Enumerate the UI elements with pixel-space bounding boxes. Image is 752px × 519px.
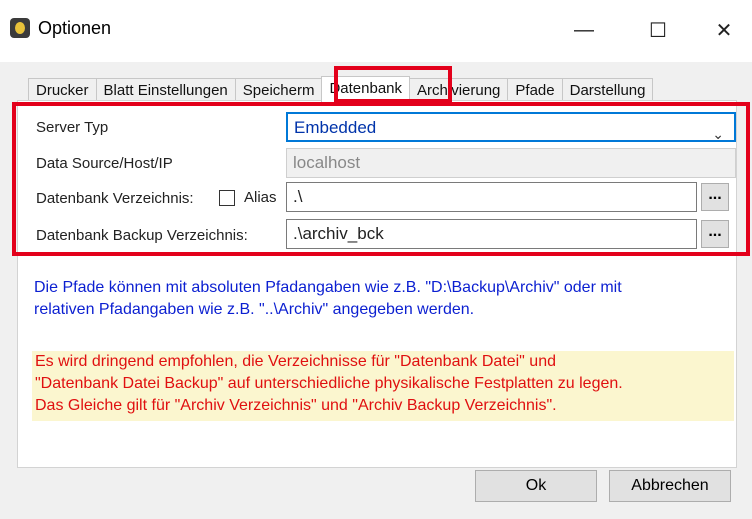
path-info-line: relativen Pfadangaben wie z.B. "..\Archi… [34,301,475,318]
warning-line: Das Gleiche gilt für "Archiv Verzeichnis… [35,397,557,414]
tab-drucker[interactable]: Drucker [28,78,97,102]
app-icon [10,18,30,38]
path-info-text: Die Pfade können mit absoluten Pfadangab… [34,277,734,321]
warning-panel: Es wird dringend empfohlen, die Verzeich… [32,351,734,421]
minimize-icon: — [574,18,594,41]
maximize-icon: ☐ [649,19,667,42]
close-icon: ✕ [715,19,733,42]
highlight-form-box [12,102,750,256]
tab-blatt-einstellungen[interactable]: Blatt Einstellungen [95,78,236,102]
highlight-tab-box [334,66,452,103]
warning-line: Es wird dringend empfohlen, die Verzeich… [35,353,556,370]
title-bar: Optionen — ☐ ✕ [0,0,752,62]
window-title: Optionen [38,18,112,38]
tab-speicherm[interactable]: Speicherm [234,78,323,102]
warning-text: Es wird dringend empfohlen, die Verzeich… [35,351,735,417]
ok-button[interactable]: Ok [475,470,597,502]
tab-darstellung[interactable]: Darstellung [561,78,654,102]
tab-pfade[interactable]: Pfade [507,78,563,102]
warning-line: "Datenbank Datei Backup" auf unterschied… [35,375,623,392]
maximize-button[interactable]: ☐ [630,8,686,52]
path-info-line: Die Pfade können mit absoluten Pfadangab… [34,279,622,296]
close-button[interactable]: ✕ [696,8,752,52]
cancel-button[interactable]: Abbrechen [609,470,731,502]
minimize-button[interactable]: — [556,8,612,52]
